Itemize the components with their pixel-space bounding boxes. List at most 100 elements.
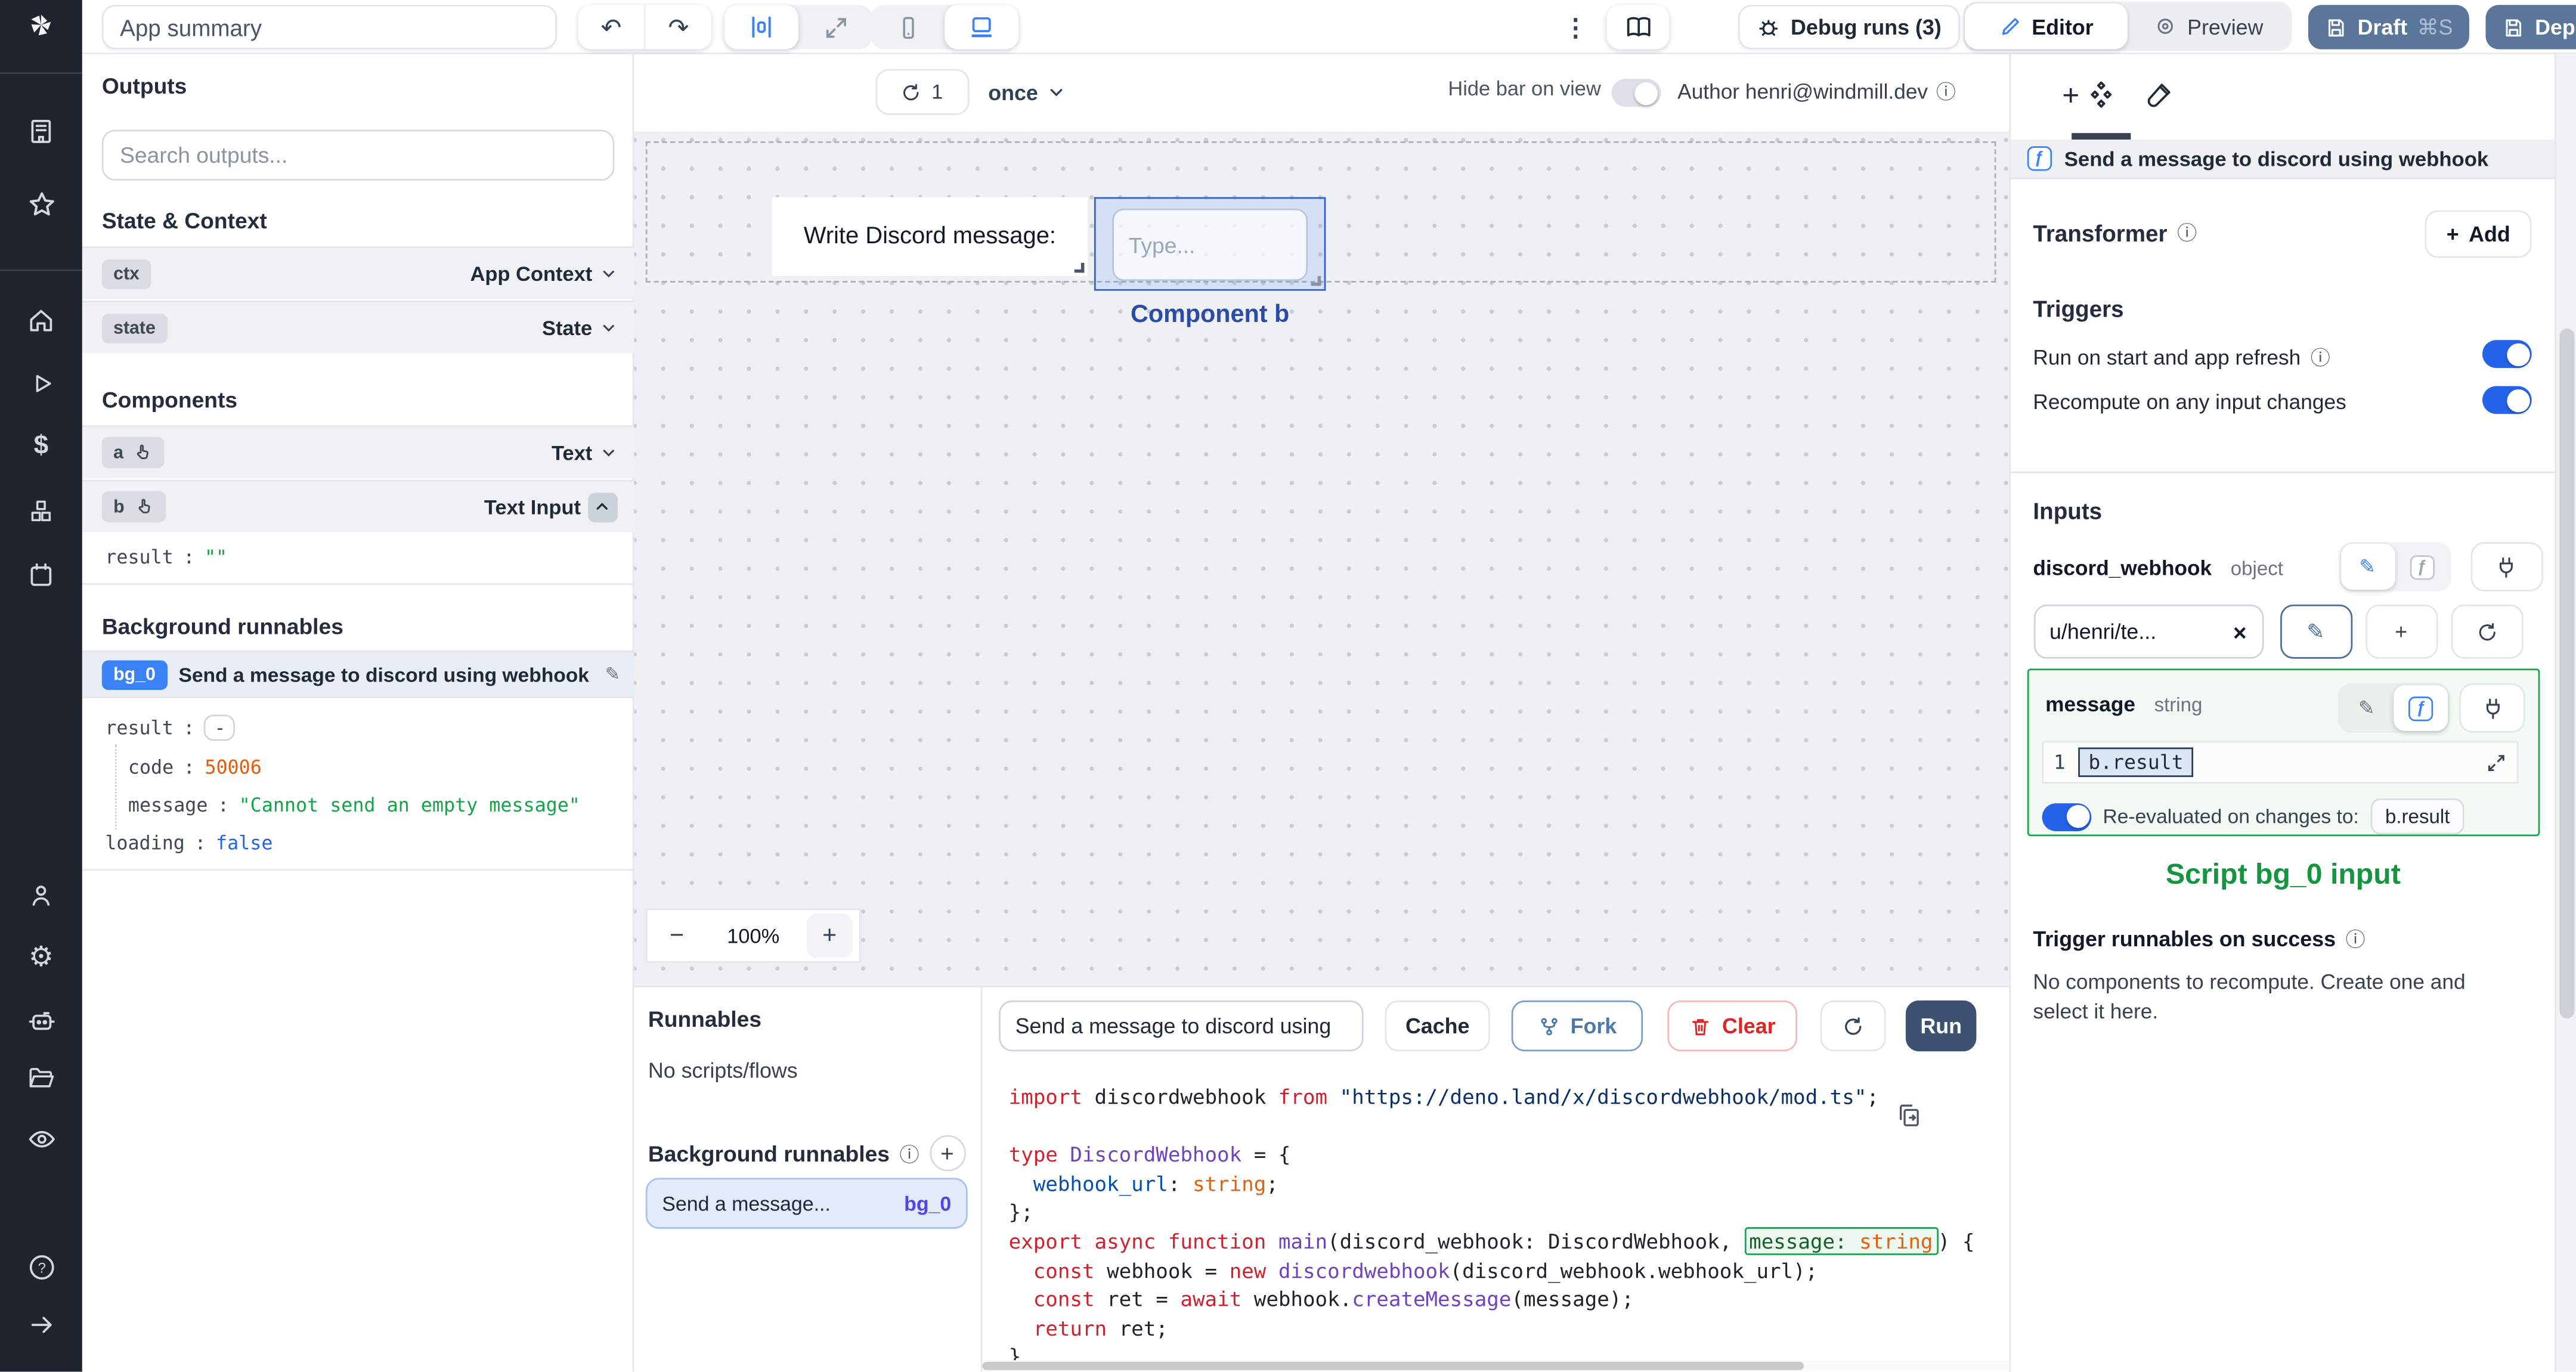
code-editor[interactable]: import discordwebhook from "https://deno… [983,1070,2009,1362]
resize-handle[interactable] [1311,275,1321,286]
arrow-right-icon[interactable] [0,1299,82,1349]
refresh-resource-button[interactable] [2450,604,2523,659]
text-input-component[interactable] [1112,208,1308,281]
home-icon[interactable] [0,296,82,345]
chevron-up-icon[interactable] [587,492,617,522]
run-on-start-toggle[interactable] [2482,340,2532,368]
centered-layout-button[interactable] [724,5,798,49]
building-icon[interactable] [0,107,82,156]
b-result-row[interactable]: result: "" [105,546,227,569]
tab-preview[interactable]: Preview [2128,4,2290,49]
copy-code-icon[interactable] [1896,1102,1922,1129]
user-icon[interactable] [0,871,82,920]
debug-runs-button[interactable]: Debug runs (3) [1738,5,1960,49]
bg0-loading-key: loading [105,831,185,854]
chevron-down-icon[interactable] [599,444,617,462]
info-icon[interactable]: ⓘ [1936,77,1956,105]
play-icon[interactable] [0,358,82,408]
refresh-code-button[interactable] [1820,1000,1886,1052]
desktop-view-button[interactable] [945,5,1019,49]
component-b-type: Text Input [484,495,581,519]
text-component-a[interactable]: Write Discord message: [772,197,1088,276]
info-icon[interactable]: ⓘ [900,1139,919,1167]
clear-button[interactable]: Clear [1667,1000,1798,1052]
dollar-icon[interactable]: $ [0,422,82,472]
cache-button[interactable]: Cache [1385,1000,1490,1052]
schedule-dropdown[interactable]: once [988,69,1066,115]
bg0-result-key: result [105,716,174,739]
cubes-icon[interactable] [0,487,82,536]
horizontal-scrollbar[interactable] [982,1361,2009,1372]
draft-button[interactable]: Draft ⌘S [2308,5,2469,49]
info-icon[interactable]: ⓘ [2311,343,2330,371]
code-lines: import discordwebhook from "https://deno… [1008,1084,1975,1362]
folder-icon[interactable] [0,1053,82,1102]
add-transformer-button[interactable]: + Add [2425,210,2532,258]
eye-icon[interactable] [0,1114,82,1163]
clear-x-icon[interactable]: × [2233,618,2247,645]
docs-button[interactable] [1606,5,1670,49]
output-row-ctx[interactable]: ctx App Context [82,246,634,299]
windmill-logo-icon[interactable] [0,0,82,52]
component-row-b[interactable]: b Text Input [82,479,634,532]
kebab-menu-icon[interactable]: ⋮ [1558,5,1594,49]
recompute-toggle[interactable] [2482,386,2532,414]
expand-editor-icon[interactable] [2485,751,2507,773]
app-summary-input[interactable] [101,5,557,49]
editor-label: Editor [2032,14,2094,39]
calendar-icon[interactable] [0,550,82,600]
refresh-icon [900,81,922,103]
static-mode-button[interactable]: ✎ [2340,543,2395,590]
eval-mode-button[interactable]: ƒ [2394,685,2448,732]
gear-icon[interactable]: ⚙ [0,933,82,983]
connect-plug-button[interactable] [2459,683,2525,733]
refresh-count-button[interactable]: 1 [875,69,969,115]
selected-component-b[interactable] [1094,197,1326,291]
bg0-result-collapse[interactable]: - [204,714,236,741]
expression-editor[interactable]: 1 b.result [2042,741,2519,784]
bg0-code-key: code [128,755,174,779]
eval-mode-button[interactable]: ƒ [2395,544,2449,590]
tab-styling[interactable] [2133,70,2182,120]
resource-picker[interactable]: u/henri/te... × [2033,604,2264,659]
bg0-row[interactable]: bg_0 Send a message to discord using web… [82,651,634,698]
static-mode-button[interactable]: ✎ [2339,685,2394,731]
edit-pencil-icon[interactable]: ✎ [605,664,620,685]
vertical-scrollbar[interactable] [2555,54,2576,1372]
undo-button[interactable]: ↶ [578,5,646,49]
search-outputs-input[interactable] [101,129,615,181]
redo-button[interactable]: ↷ [646,5,711,49]
chevron-down-icon[interactable] [599,318,617,336]
zoom-in-button[interactable]: + [806,913,853,958]
zoom-out-button[interactable]: − [654,913,700,958]
tab-settings[interactable] [2076,70,2125,120]
edit-resource-button[interactable]: ✎ [2279,604,2352,659]
fork-button[interactable]: Fork [1511,1000,1643,1052]
add-resource-button[interactable]: + [2364,604,2438,659]
fullscreen-button[interactable] [798,5,872,49]
runnable-item-bg0[interactable]: Send a message... bg_0 [645,1178,968,1229]
robot-icon[interactable] [0,996,82,1045]
reeval-badge[interactable]: b.result [2370,798,2465,835]
star-icon[interactable] [0,179,82,228]
bg0-result-row[interactable]: result: - [105,714,236,741]
reeval-toggle[interactable] [2042,802,2092,831]
tab-editor[interactable]: Editor [1965,3,2128,49]
info-icon[interactable]: ⓘ [2346,925,2366,953]
active-tab-underline [2070,133,2130,140]
hide-bar-toggle[interactable] [1611,79,1661,107]
output-row-state[interactable]: state State [82,301,634,354]
deploy-button[interactable]: Deploy [2485,5,2576,49]
chevron-down-icon[interactable] [599,265,617,283]
canvas-grid[interactable]: Write Discord message: Component b − 100… [633,131,2009,986]
add-runnable-button[interactable]: + [929,1135,965,1172]
run-button[interactable]: Run [1905,1000,1977,1052]
mobile-view-button[interactable] [871,5,945,49]
resize-handle[interactable] [1074,262,1085,273]
connect-plug-button[interactable] [2470,542,2543,591]
runnable-name-input[interactable] [999,1000,1364,1052]
component-row-a[interactable]: a Text [82,425,634,478]
centered-layout-icon [748,13,776,41]
help-icon[interactable]: ? [0,1242,82,1292]
info-icon[interactable]: ⓘ [2177,218,2197,246]
